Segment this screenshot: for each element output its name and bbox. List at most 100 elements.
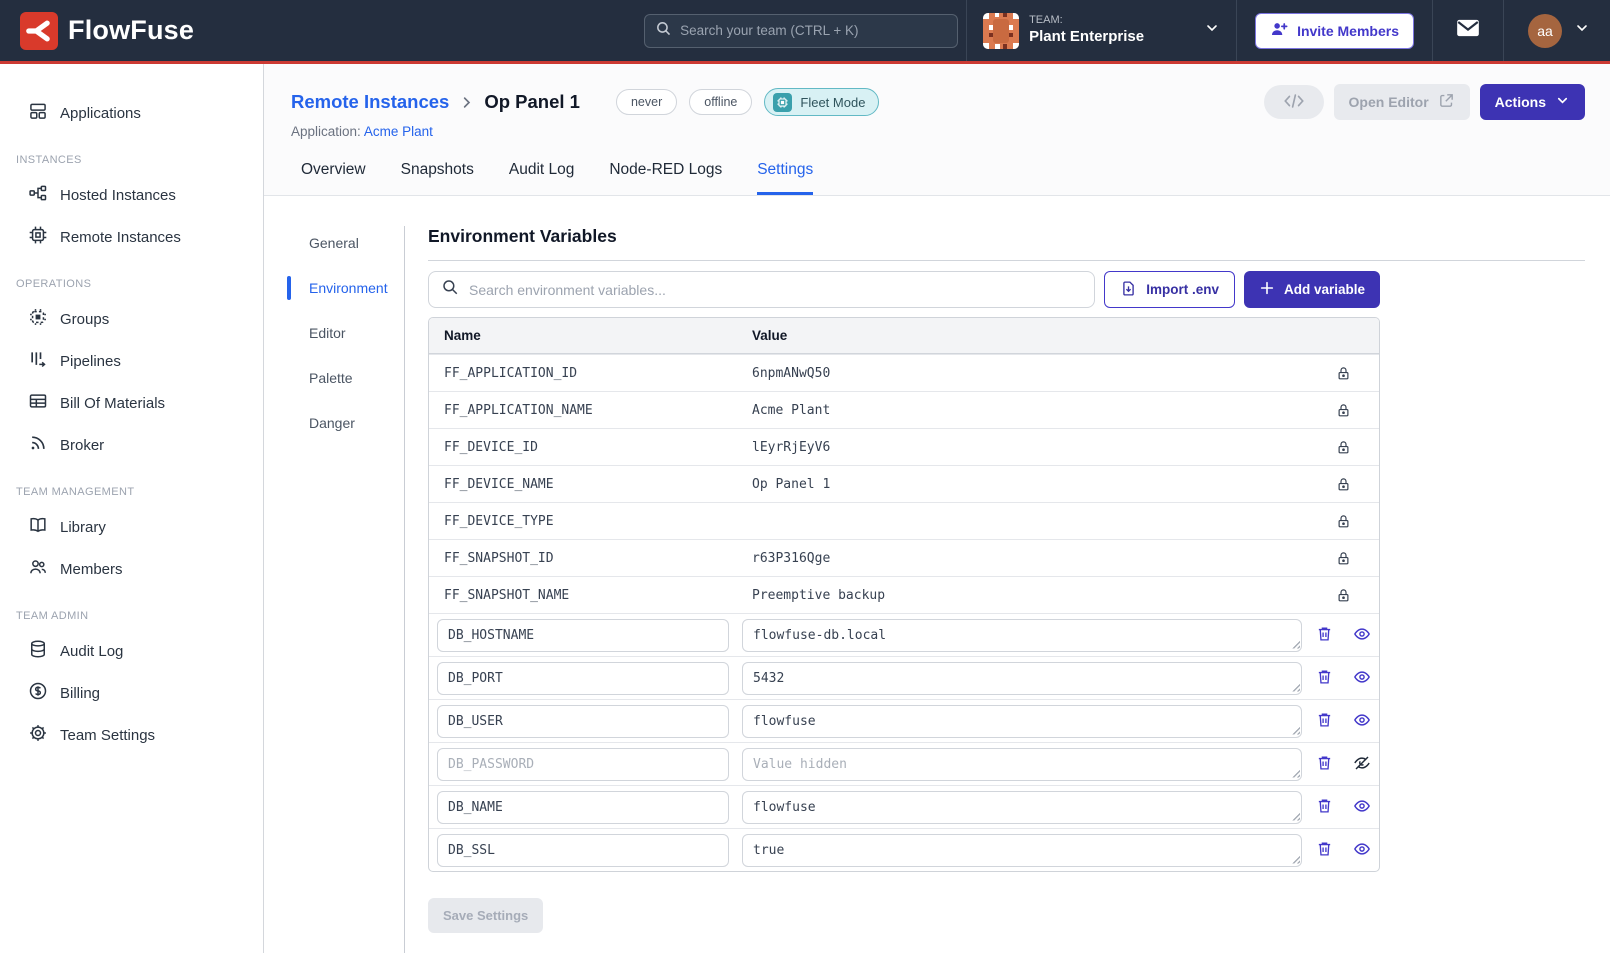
- table-row: [429, 742, 1379, 785]
- settings-nav-editor[interactable]: Editor: [287, 321, 404, 345]
- avatar: aa: [1528, 14, 1562, 48]
- settings-nav-palette[interactable]: Palette: [287, 366, 404, 390]
- show-value-button[interactable]: [1353, 840, 1371, 861]
- delete-variable-button[interactable]: [1316, 754, 1333, 774]
- sidebar-item-members[interactable]: Members: [14, 548, 253, 590]
- team-selector[interactable]: TEAM: Plant Enterprise: [966, 0, 1236, 61]
- chevron-down-icon: [1204, 20, 1220, 41]
- user-menu[interactable]: aa: [1503, 0, 1610, 61]
- tab-audit-log[interactable]: Audit Log: [509, 161, 575, 195]
- tab-overview[interactable]: Overview: [301, 161, 366, 195]
- env-name-input[interactable]: [437, 662, 729, 695]
- chevron-down-icon: [1555, 93, 1570, 111]
- open-editor-label: Open Editor: [1349, 94, 1429, 110]
- column-name: Name: [429, 328, 737, 343]
- sidebar-item-hosted-instances[interactable]: Hosted Instances: [14, 174, 253, 216]
- flowfuse-brand[interactable]: FlowFuse: [0, 12, 214, 50]
- env-name-input[interactable]: [437, 834, 729, 867]
- show-value-button[interactable]: [1353, 668, 1371, 689]
- tab-settings[interactable]: Settings: [757, 161, 813, 195]
- sidebar-item-team-settings[interactable]: Team Settings: [14, 714, 253, 756]
- trash-icon: [1316, 668, 1333, 688]
- env-name: FF_APPLICATION_ID: [429, 366, 737, 381]
- show-value-button[interactable]: [1353, 711, 1371, 732]
- sidebar-item-pipelines[interactable]: Pipelines: [14, 340, 253, 382]
- sidebar-item-billing[interactable]: Billing: [14, 672, 253, 714]
- book-icon: [28, 515, 48, 539]
- badge-never: never: [616, 89, 677, 115]
- sidebar: Applications INSTANCES Hosted Instances …: [0, 64, 264, 953]
- settings-nav-danger[interactable]: Danger: [287, 411, 404, 435]
- sidebar-item-library[interactable]: Library: [14, 506, 253, 548]
- hide-value-button[interactable]: [1353, 754, 1371, 775]
- delete-variable-button[interactable]: [1316, 668, 1333, 688]
- sidebar-item-label: Billing: [60, 685, 100, 702]
- env-value-input[interactable]: [742, 748, 1302, 781]
- tab-snapshots[interactable]: Snapshots: [401, 161, 474, 195]
- env-name-input[interactable]: [437, 748, 729, 781]
- sidebar-item-label: Members: [60, 561, 123, 578]
- sidebar-item-groups[interactable]: Groups: [14, 298, 253, 340]
- delete-variable-button[interactable]: [1316, 711, 1333, 731]
- sidebar-item-audit-log[interactable]: Audit Log: [14, 630, 253, 672]
- env-value-input[interactable]: [742, 834, 1302, 867]
- sidebar-item-bill-of-materials[interactable]: Bill Of Materials: [14, 382, 253, 424]
- open-editor-button[interactable]: Open Editor: [1334, 84, 1470, 120]
- env-value-input[interactable]: [742, 791, 1302, 824]
- developer-mode-button[interactable]: [1264, 85, 1324, 119]
- env-value: r63P316Qge: [737, 551, 1295, 566]
- sidebar-item-broker[interactable]: Broker: [14, 424, 253, 466]
- delete-variable-button[interactable]: [1316, 840, 1333, 860]
- tab-node-red-logs[interactable]: Node-RED Logs: [609, 161, 722, 195]
- env-value-input[interactable]: [742, 705, 1302, 738]
- table-row: FF_APPLICATION_NAME Acme Plant: [429, 391, 1379, 428]
- env-value: lEyrRjEyV6: [737, 440, 1295, 455]
- actions-button[interactable]: Actions: [1480, 84, 1585, 120]
- team-search[interactable]: [644, 14, 958, 48]
- import-file-icon: [1120, 280, 1137, 300]
- plus-icon: [1259, 280, 1275, 299]
- sidebar-item-remote-instances[interactable]: Remote Instances: [14, 216, 253, 258]
- application-link[interactable]: Acme Plant: [364, 124, 433, 139]
- show-value-button[interactable]: [1353, 625, 1371, 646]
- settings-nav-environment[interactable]: Environment: [287, 276, 404, 300]
- env-name-input[interactable]: [437, 705, 729, 738]
- env-name-input[interactable]: [437, 791, 729, 824]
- sidebar-item-applications[interactable]: Applications: [14, 92, 253, 134]
- gear-icon: [28, 723, 48, 747]
- search-icon: [655, 20, 672, 42]
- env-name-input[interactable]: [437, 619, 729, 652]
- delete-variable-button[interactable]: [1316, 625, 1333, 645]
- settings-nav-general[interactable]: General: [287, 231, 404, 255]
- breadcrumb-remote-instances[interactable]: Remote Instances: [291, 91, 449, 113]
- page-title: Op Panel 1: [484, 91, 580, 113]
- top-nav: FlowFuse TEAM: Plant Enterprise: [0, 0, 1610, 61]
- notifications-button[interactable]: [1432, 0, 1503, 61]
- add-variable-button[interactable]: Add variable: [1244, 271, 1380, 308]
- delete-variable-button[interactable]: [1316, 797, 1333, 817]
- invite-members-button[interactable]: Invite Members: [1255, 13, 1414, 49]
- env-value-input[interactable]: [742, 619, 1302, 652]
- env-search-input[interactable]: [469, 282, 1082, 298]
- table-row: FF_SNAPSHOT_ID r63P316Qge: [429, 539, 1379, 576]
- chevron-down-icon: [1574, 20, 1590, 41]
- show-value-button[interactable]: [1353, 797, 1371, 818]
- breadcrumb: Remote Instances Op Panel 1: [291, 91, 580, 113]
- trash-icon: [1316, 797, 1333, 817]
- table-header: Name Value: [429, 318, 1379, 354]
- env-search[interactable]: [428, 271, 1095, 308]
- save-settings-button[interactable]: Save Settings: [428, 898, 543, 933]
- env-name: FF_DEVICE_ID: [429, 440, 737, 455]
- import-env-button[interactable]: Import .env: [1104, 271, 1235, 308]
- search-icon: [441, 278, 459, 301]
- env-value-input[interactable]: [742, 662, 1302, 695]
- brand-name: FlowFuse: [68, 15, 194, 46]
- team-search-input[interactable]: [680, 23, 947, 38]
- table-row: [429, 699, 1379, 742]
- lock-icon: [1295, 588, 1379, 603]
- column-value: Value: [737, 328, 1295, 343]
- table-row: FF_DEVICE_ID lEyrRjEyV6: [429, 428, 1379, 465]
- section-title: Environment Variables: [428, 226, 1585, 261]
- env-name: FF_DEVICE_NAME: [429, 477, 737, 492]
- eye-off-icon: [1353, 754, 1371, 775]
